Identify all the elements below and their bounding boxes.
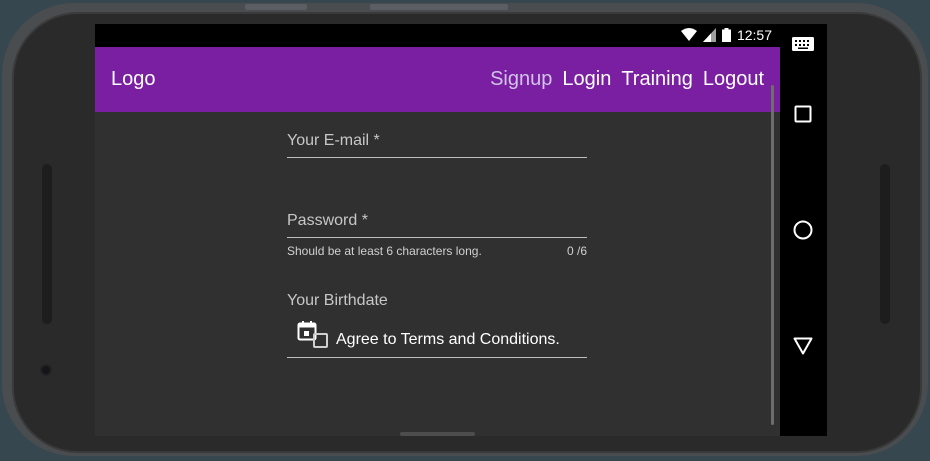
home-icon[interactable] xyxy=(791,218,815,242)
status-bar: 12:57 xyxy=(95,24,780,47)
top-nav: Signup Login Training Logout xyxy=(490,68,764,91)
nav-training[interactable]: Training xyxy=(621,68,693,91)
logo[interactable]: Logo xyxy=(111,68,156,91)
device-screen: 12:57 Logo Signup Login Training Logout … xyxy=(95,24,827,436)
terms-row[interactable]: Agree to Terms and Conditions. xyxy=(313,331,560,349)
right-speaker xyxy=(880,164,890,324)
nav-logout[interactable]: Logout xyxy=(703,68,764,91)
wifi-icon xyxy=(680,28,697,41)
app-content: Logo Signup Login Training Logout Your E… xyxy=(95,47,780,436)
signal-icon xyxy=(702,28,716,42)
status-time: 12:57 xyxy=(736,27,772,43)
left-speaker xyxy=(42,164,52,324)
email-label: Your E-mail * xyxy=(287,132,380,149)
email-underline xyxy=(287,157,587,158)
app-bar: Logo Signup Login Training Logout xyxy=(95,47,780,112)
password-hint: Should be at least 6 characters long. xyxy=(287,244,482,258)
email-field[interactable]: Your E-mail * xyxy=(287,112,587,162)
terms-label[interactable]: Agree to Terms and Conditions. xyxy=(336,331,560,349)
scrollbar[interactable] xyxy=(771,85,774,425)
keyboard-icon[interactable] xyxy=(791,32,815,56)
emulator-stage: 12:57 Logo Signup Login Training Logout … xyxy=(0,0,930,461)
password-underline xyxy=(287,237,587,238)
battery-icon xyxy=(721,28,731,42)
back-icon[interactable] xyxy=(791,334,815,358)
nav-login[interactable]: Login xyxy=(562,68,611,91)
password-counter: 0 /6 xyxy=(566,244,587,258)
terms-checkbox[interactable] xyxy=(313,332,328,348)
power-button[interactable] xyxy=(245,4,307,10)
nav-signup[interactable]: Signup xyxy=(490,68,552,91)
volume-button[interactable] xyxy=(370,4,508,10)
recents-icon[interactable] xyxy=(791,102,815,126)
password-label: Password * xyxy=(287,212,368,229)
birthdate-label: Your Birthdate xyxy=(287,292,388,309)
system-nav-bar xyxy=(780,24,827,436)
birthdate-underline xyxy=(287,357,587,358)
bottom-handle xyxy=(400,432,475,436)
camera-icon xyxy=(40,364,52,376)
password-field[interactable]: Password * Should be at least 6 characte… xyxy=(287,192,587,262)
